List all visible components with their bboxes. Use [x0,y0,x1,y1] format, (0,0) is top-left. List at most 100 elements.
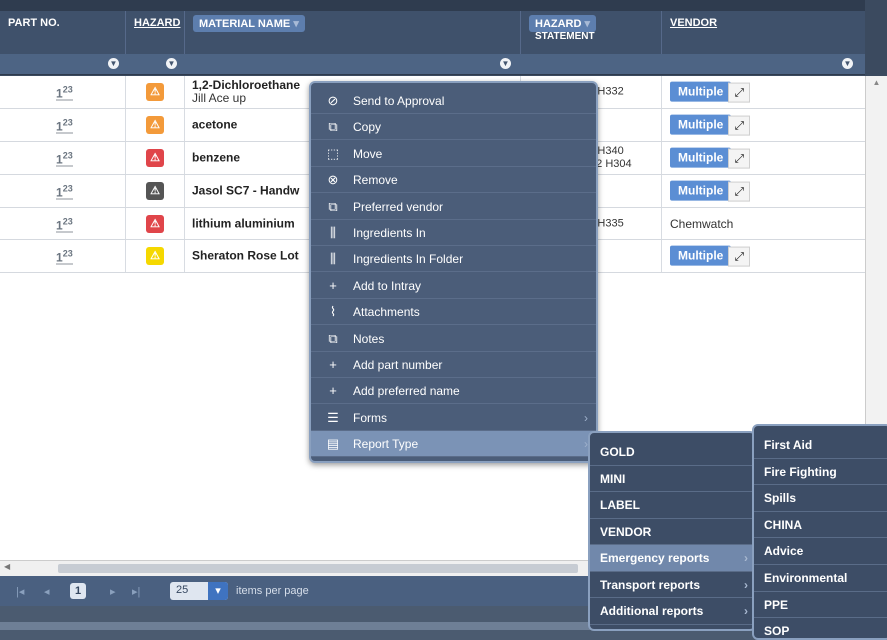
hazard-warning-icon: ⚠ [146,116,164,134]
menu-item-label: Environmental [764,571,848,585]
chevron-right-icon: › [744,604,748,618]
emergency-item-environmental[interactable]: Environmental [754,565,887,592]
menu-item-ingredients-in[interactable]: ⫼ Ingredients In [311,220,596,246]
part-number-icon[interactable]: 123 [56,248,73,265]
menu-item-label: Add preferred name [353,384,460,399]
hazard-warning-icon: ⚠ [146,247,164,265]
part-number-icon[interactable]: 123 [56,150,73,167]
emergency-item-spills[interactable]: Spills [754,485,887,512]
current-page-button[interactable]: 1 [70,583,86,599]
report-type-item-transport-reports[interactable]: Transport reports › [590,572,754,598]
report-type-item-label[interactable]: LABEL [590,492,754,519]
vendor-cell: Multiple ⤢ [670,81,751,103]
menu-item-label: Report Type [353,437,419,452]
menu-item-label: Transport reports [600,577,701,592]
material-name[interactable]: benzene [192,151,240,165]
column-header-part-no[interactable]: PART NO. [0,11,126,54]
menu-item-label: PPE [764,597,789,612]
expand-icon[interactable]: ⤢ [728,181,751,202]
prev-page-icon[interactable]: ◂ [44,585,50,598]
vendor-name: Chemwatch [670,216,734,231]
menu-item-label: Fire Fighting [764,464,837,479]
emergency-item-advice[interactable]: Advice [754,538,887,565]
vendor-multiple-button[interactable]: Multiple [670,180,732,201]
emergency-item-fire-fighting[interactable]: Fire Fighting [754,459,887,486]
next-page-icon[interactable]: ▸ [110,585,116,598]
menu-item-forms[interactable]: ☰ Forms › [311,405,596,431]
menu-item-add-part-number[interactable]: + Add part number [311,352,596,378]
menu-item-attachments[interactable]: ⌇ Attachments [311,299,596,326]
material-name[interactable]: Jasol SC7 - Handw [192,184,299,198]
menu-item-label: Emergency reports [600,551,710,565]
report-type-item-vendor[interactable]: VENDOR [590,519,754,545]
chevron-right-icon: › [584,410,588,425]
column-pill: HAZARD ▾ [529,15,597,32]
column-header-material-name[interactable]: MATERIAL NAME ▾ [185,11,521,54]
menu-item-send-to-approval[interactable]: ⊘ Send to Approval [311,88,596,114]
expand-icon[interactable]: ⤢ [728,82,751,103]
hazard-warning-icon: ⚠ [146,182,164,200]
filter-icon[interactable]: ▼ [500,58,511,69]
part-number-icon[interactable]: 123 [56,183,73,200]
scroll-left-icon[interactable]: ◀ [4,562,10,571]
page-size-select[interactable]: 25 ▾ [170,582,228,600]
cell-part-no: 123 [0,109,126,141]
column-label: MATERIAL NAME [199,18,291,30]
menu-item-move[interactable]: ⬚ Move [311,141,596,167]
scrollbar-thumb[interactable] [58,564,578,573]
emergency-item-first-aid[interactable]: First Aid [754,432,887,459]
menu-item-add-preferred-name[interactable]: + Add preferred name [311,378,596,405]
expand-icon[interactable]: ⤢ [728,246,751,267]
menu-item-label: VENDOR [600,524,652,539]
menu-item-ingredients-in-folder[interactable]: ⫼ Ingredients In Folder [311,246,596,273]
vendor-multiple-button[interactable]: Multiple [670,245,732,266]
vendor-multiple-button[interactable]: Multiple [670,147,732,168]
expand-icon[interactable]: ⤢ [728,148,751,169]
cell-hazard: ⚠ [126,76,185,108]
menu-item-add-to-intray[interactable]: + Add to Intray [311,273,596,299]
report-type-item-additional-reports[interactable]: Additional reports › [590,598,754,625]
menu-item-label: Notes [353,331,385,346]
filter-icon[interactable]: ▼ [108,58,119,69]
flask-folder-icon: ⫼ [330,251,336,267]
cell-hazard: ⚠ [126,240,185,272]
part-number-icon[interactable]: 123 [56,84,73,101]
filter-icon[interactable]: ▼ [842,58,853,69]
part-number-icon[interactable]: 123 [56,215,73,232]
vendor-multiple-button[interactable]: Multiple [670,114,732,135]
menu-item-label: Ingredients In Folder [353,252,464,267]
chevron-down-icon: ▾ [208,582,228,600]
emergency-item-china[interactable]: CHINA [754,512,887,539]
menu-item-remove[interactable]: ⊗ Remove [311,167,596,194]
filter-icon[interactable]: ▼ [166,58,177,69]
menu-item-preferred-vendor[interactable]: ⧉ Preferred vendor [311,194,596,220]
column-header-hazard[interactable]: HAZARD [126,11,185,54]
report-type-item-gold[interactable]: GOLD [590,439,754,466]
first-page-icon[interactable]: |◂ [16,585,24,598]
emergency-item-ppe[interactable]: PPE [754,592,887,619]
last-page-icon[interactable]: ▸| [132,585,140,598]
report-type-item-mini[interactable]: MINI [590,466,754,492]
column-header-vendor[interactable]: VENDOR [662,11,865,54]
emergency-reports-submenu: First Aid Fire Fighting Spills CHINA Advice E… [752,424,887,640]
part-number-icon[interactable]: 123 [56,117,73,134]
material-name[interactable]: acetone [192,118,237,132]
check-circle-icon: ⊘ [327,93,339,108]
menu-item-label: Move [353,146,383,161]
menu-item-copy[interactable]: ⧉ Copy [311,114,596,141]
menu-item-report-type[interactable]: ▤ Report Type › [311,431,596,458]
column-header-hazard-statement[interactable]: HAZARD ▾ STATEMENT [521,11,662,54]
material-name[interactable]: 1,2-Dichloroethane Jill Ace up [192,79,300,105]
menu-item-notes[interactable]: ⧉ Notes [311,326,596,352]
vendor-multiple-button[interactable]: Multiple [670,81,732,102]
move-icon: ⬚ [326,145,340,161]
scroll-up-icon[interactable]: ▲ [866,78,887,87]
column-label: HAZARD [535,18,582,30]
material-name[interactable]: Sheraton Rose Lot [192,249,299,263]
expand-icon[interactable]: ⤢ [728,115,751,136]
emergency-item-sop[interactable]: SOP [754,618,887,638]
copy-icon: ⧉ [328,198,338,214]
material-name[interactable]: lithium aluminium [192,217,295,230]
report-type-item-emergency-reports[interactable]: Emergency reports › [590,545,754,572]
filter-row: ▼ ▼ ▼ ▼ [0,54,865,75]
